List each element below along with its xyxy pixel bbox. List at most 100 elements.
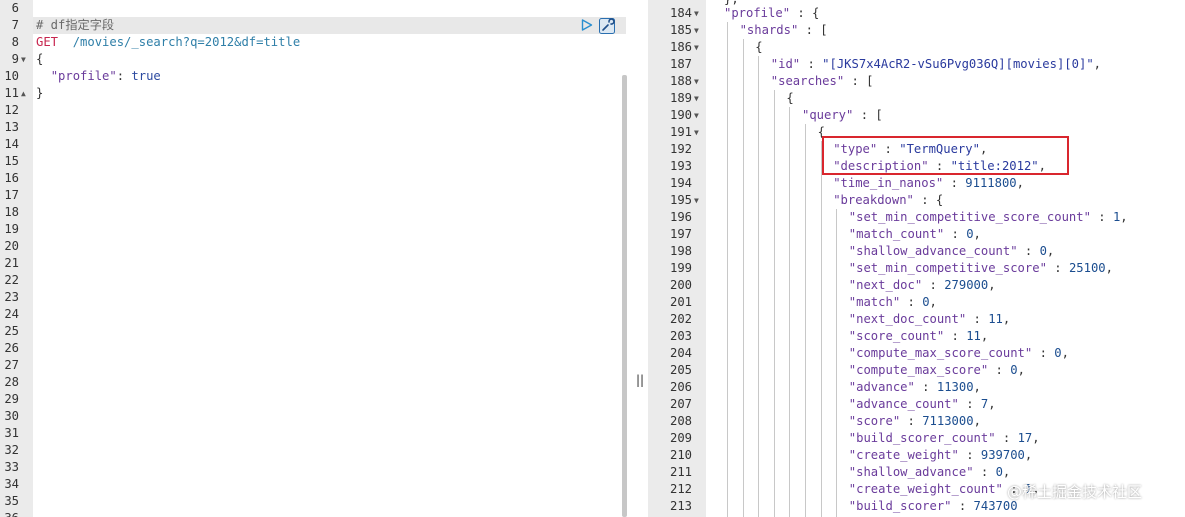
code-line[interactable]: 194 "time_in_nanos" : 9111800, (648, 175, 1185, 192)
code-line[interactable]: 22 (0, 272, 600, 289)
code-line[interactable]: 200 "next_doc" : 279000, (648, 277, 1185, 294)
code-line[interactable]: 11 ▲} (0, 85, 600, 102)
json-punctuation: : [ (844, 74, 874, 88)
code-line[interactable]: 210 "create_weight" : 939700, (648, 447, 1185, 464)
code-line[interactable]: 29 (0, 391, 600, 408)
code-line[interactable]: 184 ▼ "profile" : { (648, 5, 1185, 22)
line-number: 10 (4, 69, 19, 83)
fold-arrow-icon[interactable]: ▼ (694, 39, 699, 56)
line-number: 189 (669, 91, 692, 105)
response-viewer[interactable]: }, 184▼"profile" : {185▼"shards" : [186▼… (648, 0, 1185, 517)
code-text: "query" : [ (802, 107, 883, 124)
code-line[interactable]: 26 (0, 340, 600, 357)
fold-arrow-icon[interactable]: ▼ (694, 107, 699, 124)
line-number: 210 (669, 448, 692, 462)
code-line[interactable]: 188 ▼ "searches" : [ (648, 73, 1185, 90)
line-number: 195 (669, 193, 692, 207)
line-number: 34 (4, 477, 19, 491)
resize-handle[interactable]: || (636, 373, 644, 387)
code-line[interactable]: 206 "advance" : 11300, (648, 379, 1185, 396)
code-line[interactable]: 32 (0, 442, 600, 459)
line-number: 185 (669, 23, 692, 37)
wrench-icon[interactable] (599, 18, 615, 34)
fold-arrow-icon[interactable]: ▼ (694, 5, 699, 22)
fold-arrow-icon[interactable]: ▼ (694, 124, 699, 141)
code-text: "match_count" : 0, (849, 226, 981, 243)
json-key: "next_doc" (848, 278, 923, 292)
code-line[interactable]: 186 ▼ { (648, 39, 1185, 56)
json-key: "shards" (739, 23, 799, 37)
unfold-arrow-icon[interactable]: ▲ (21, 85, 26, 102)
fold-arrow-icon[interactable]: ▼ (694, 192, 699, 209)
code-line[interactable]: 207 "advance_count" : 7, (648, 396, 1185, 413)
json-key: "compute_max_score_count" (848, 346, 1033, 360)
json-punctuation: : (800, 57, 823, 71)
line-number: 196 (669, 210, 692, 224)
json-punctuation: : (914, 380, 937, 394)
code-line[interactable]: 209 "build_scorer_count" : 17, (648, 430, 1185, 447)
code-line[interactable]: 23 (0, 289, 600, 306)
code-line[interactable]: 34 (0, 476, 600, 493)
request-editor-scrollbar[interactable] (622, 75, 627, 517)
json-key: "advance" (848, 380, 915, 394)
fold-arrow-icon[interactable]: ▼ (694, 73, 699, 90)
code-line[interactable]: 6 (0, 0, 600, 17)
code-line[interactable]: 33 (0, 459, 600, 476)
fold-arrow-icon[interactable]: ▼ (694, 22, 699, 39)
code-line[interactable]: 211 "shallow_advance" : 0, (648, 464, 1185, 481)
code-line[interactable]: 202 "next_doc_count" : 11, (648, 311, 1185, 328)
code-line[interactable]: 199 "set_min_competitive_score" : 25100, (648, 260, 1185, 277)
play-icon[interactable] (581, 19, 593, 31)
line-number: 192 (669, 142, 692, 156)
code-line[interactable]: 21 (0, 255, 600, 272)
code-line[interactable]: 30 (0, 408, 600, 425)
json-key: "shallow_advance_count" (848, 244, 1018, 258)
code-line[interactable]: 201 "match" : 0, (648, 294, 1185, 311)
code-line[interactable]: 10 "profile": true (0, 68, 600, 85)
line-number: 28 (4, 375, 19, 389)
code-line[interactable]: 204 "compute_max_score_count" : 0, (648, 345, 1185, 362)
code-line[interactable]: 27 (0, 357, 600, 374)
json-punctuation: , (980, 329, 989, 343)
code-line[interactable]: 17 (0, 187, 600, 204)
json-punctuation: , (1105, 261, 1113, 275)
json-key: "profile" (724, 6, 791, 20)
code-line[interactable]: 13 (0, 119, 600, 136)
line-number: 16 (4, 171, 19, 185)
code-line[interactable]: 197 "match_count" : 0, (648, 226, 1185, 243)
code-line[interactable]: 35 (0, 493, 600, 510)
code-line[interactable]: 187 "id" : "[JKS7x4AcR2-vSu6Pvg036Q][movi… (648, 56, 1185, 73)
code-line[interactable]: 195 ▼ "breakdown" : { (648, 192, 1185, 209)
code-line[interactable]: 205 "compute_max_score" : 0, (648, 362, 1185, 379)
code-text: "set_min_competitive_score" : 25100, (849, 260, 1113, 277)
code-line[interactable]: 31 (0, 425, 600, 442)
code-line[interactable]: 18 (0, 204, 600, 221)
code-line[interactable]: 8 GET /movies/_search?q=2012&df=title (0, 34, 600, 51)
code-line[interactable]: 7 # df指定字段 (0, 17, 600, 34)
fold-arrow-icon[interactable]: ▼ (694, 90, 699, 107)
line-number: 205 (669, 363, 692, 377)
line-number: 29 (4, 392, 19, 406)
code-line[interactable]: 28 (0, 374, 600, 391)
code-line[interactable]: 185 ▼ "shards" : [ (648, 22, 1185, 39)
code-line[interactable]: 14 (0, 136, 600, 153)
fold-arrow-icon[interactable]: ▼ (21, 51, 26, 68)
code-line[interactable]: 16 (0, 170, 600, 187)
code-line[interactable]: 189 ▼ { (648, 90, 1185, 107)
code-line[interactable]: 25 (0, 323, 600, 340)
code-line[interactable]: 190 ▼ "query" : [ (648, 107, 1185, 124)
code-line[interactable]: 196 "set_min_competitive_score_count" : 1… (648, 209, 1185, 226)
code-line[interactable]: 9 ▼ { (0, 51, 600, 68)
code-line[interactable]: 15 (0, 153, 600, 170)
code-line[interactable]: 198 "shallow_advance_count" : 0, (648, 243, 1185, 260)
code-line[interactable]: 24 (0, 306, 600, 323)
pane-resize-divider[interactable] (632, 0, 648, 517)
code-line[interactable]: 19 (0, 221, 600, 238)
code-line[interactable]: 36 (0, 510, 600, 517)
code-line[interactable]: 208 "score" : 7113000, (648, 413, 1185, 430)
code-line[interactable]: 20 (0, 238, 600, 255)
code-line[interactable]: 203 "score_count" : 11, (648, 328, 1185, 345)
json-key: "compute_max_score" (848, 363, 989, 377)
request-editor[interactable]: 6 7 # df指定字段 8 GET /movies/_search?q=2012&df… (0, 0, 632, 517)
code-line[interactable]: 12 (0, 102, 600, 119)
